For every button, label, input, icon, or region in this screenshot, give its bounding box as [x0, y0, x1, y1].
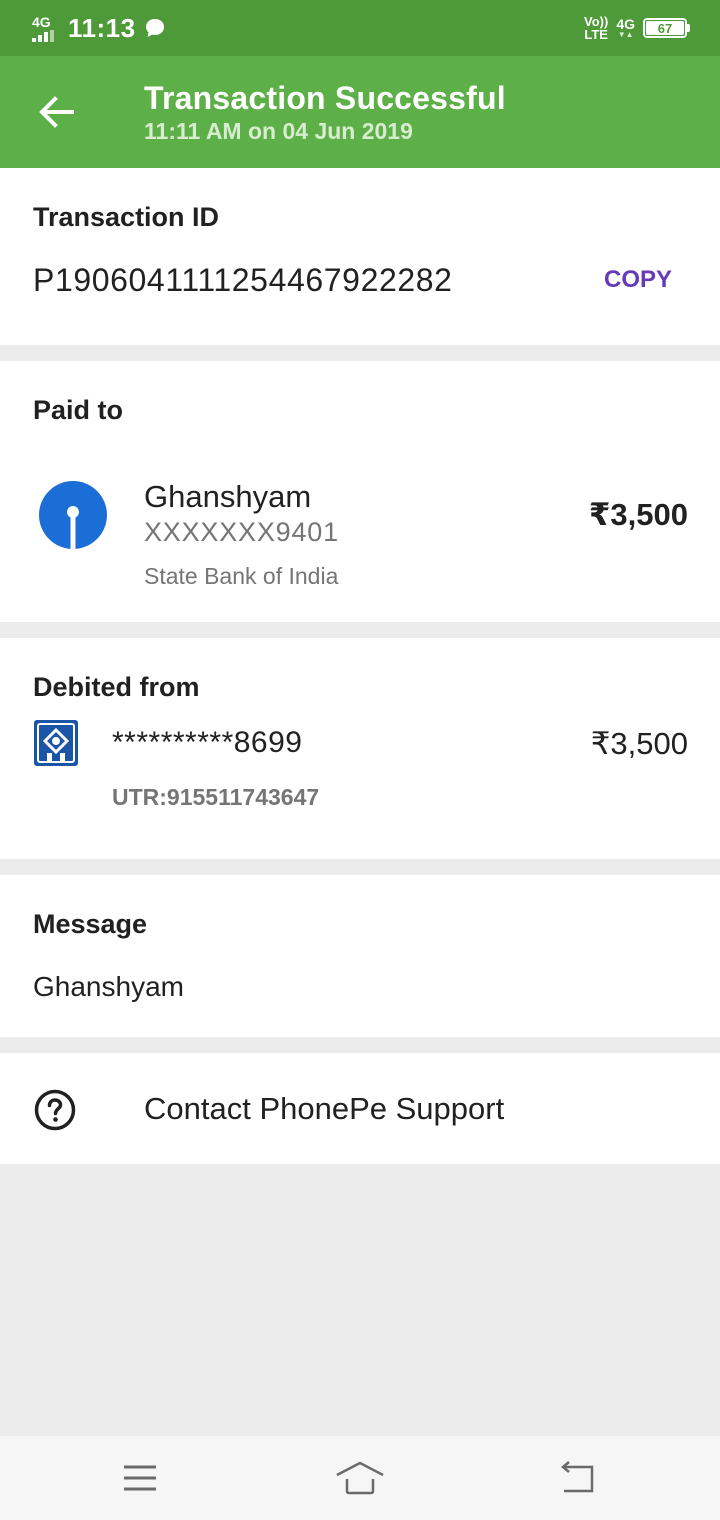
page-subtitle: 11:11 AM on 04 Jun 2019 — [144, 118, 413, 144]
battery-icon: 67 — [643, 18, 690, 38]
return-icon — [561, 1461, 594, 1493]
debited-from-label: Debited from — [33, 672, 200, 702]
arrow-left-icon — [39, 96, 74, 128]
contact-support-row[interactable]: Contact PhonePe Support — [0, 1053, 720, 1164]
paid-to-card: Paid to Ghanshyam XXXXXXX9401 State Bank… — [0, 361, 720, 622]
signal-icon — [32, 29, 54, 42]
debit-amount: ₹3,500 — [590, 726, 688, 761]
message-card: Message Ghanshyam — [0, 875, 720, 1037]
menu-icon — [124, 1465, 156, 1491]
nav-menu-button[interactable] — [110, 1454, 170, 1502]
app-bar: Transaction Successful 11:11 AM on 04 Ju… — [0, 56, 720, 168]
transaction-id-label: Transaction ID — [33, 202, 220, 232]
chat-bubble-icon — [144, 17, 166, 39]
network-4g-right: 4G ▼▲ — [616, 17, 635, 39]
data-arrows-icon: ▼▲ — [617, 30, 634, 39]
network-type-label: 4G — [32, 13, 51, 30]
paid-amount: ₹3,500 — [588, 497, 688, 532]
status-time: 11:13 — [68, 12, 136, 43]
paid-to-label: Paid to — [33, 395, 124, 425]
status-right: Vo)) LTE 4G ▼▲ 67 — [584, 15, 690, 41]
help-circle-icon — [34, 1089, 76, 1131]
payee-account: XXXXXXX9401 — [144, 517, 339, 547]
payee-bank: State Bank of India — [144, 563, 339, 589]
page-title: Transaction Successful — [144, 80, 506, 116]
utr-number: UTR:915511743647 — [112, 784, 320, 810]
bank-logo-icon — [34, 720, 78, 766]
network-right-label: 4G — [616, 16, 635, 32]
debited-from-card: Debited from **********8699 UTR:91551174… — [0, 638, 720, 859]
message-label: Message — [33, 909, 148, 939]
transaction-id-card: Transaction ID P1906041111254467922282 C… — [0, 168, 720, 345]
network-4g-indicator: 4G — [32, 15, 58, 42]
payee-name: Ghanshyam — [144, 479, 312, 514]
contact-support-label: Contact PhonePe Support — [144, 1091, 505, 1126]
volte-bottom-label: LTE — [584, 27, 608, 42]
nav-home-button[interactable] — [330, 1454, 390, 1502]
transaction-id-value: P1906041111254467922282 — [33, 262, 453, 298]
status-left: 4G 11:13 — [32, 13, 166, 44]
message-text: Ghanshyam — [33, 971, 184, 1002]
volte-indicator: Vo)) LTE — [584, 15, 608, 41]
status-bar: 4G 11:13 Vo)) LTE 4G ▼▲ 67 — [0, 0, 720, 56]
sbi-logo-icon — [39, 481, 107, 549]
nav-back-button[interactable] — [548, 1454, 608, 1502]
copy-button[interactable]: COPY — [604, 266, 672, 294]
navigation-bar — [0, 1436, 720, 1520]
battery-level: 67 — [646, 21, 684, 36]
home-icon — [336, 1461, 384, 1495]
back-button[interactable] — [30, 86, 82, 138]
debit-account: **********8699 — [112, 726, 303, 759]
